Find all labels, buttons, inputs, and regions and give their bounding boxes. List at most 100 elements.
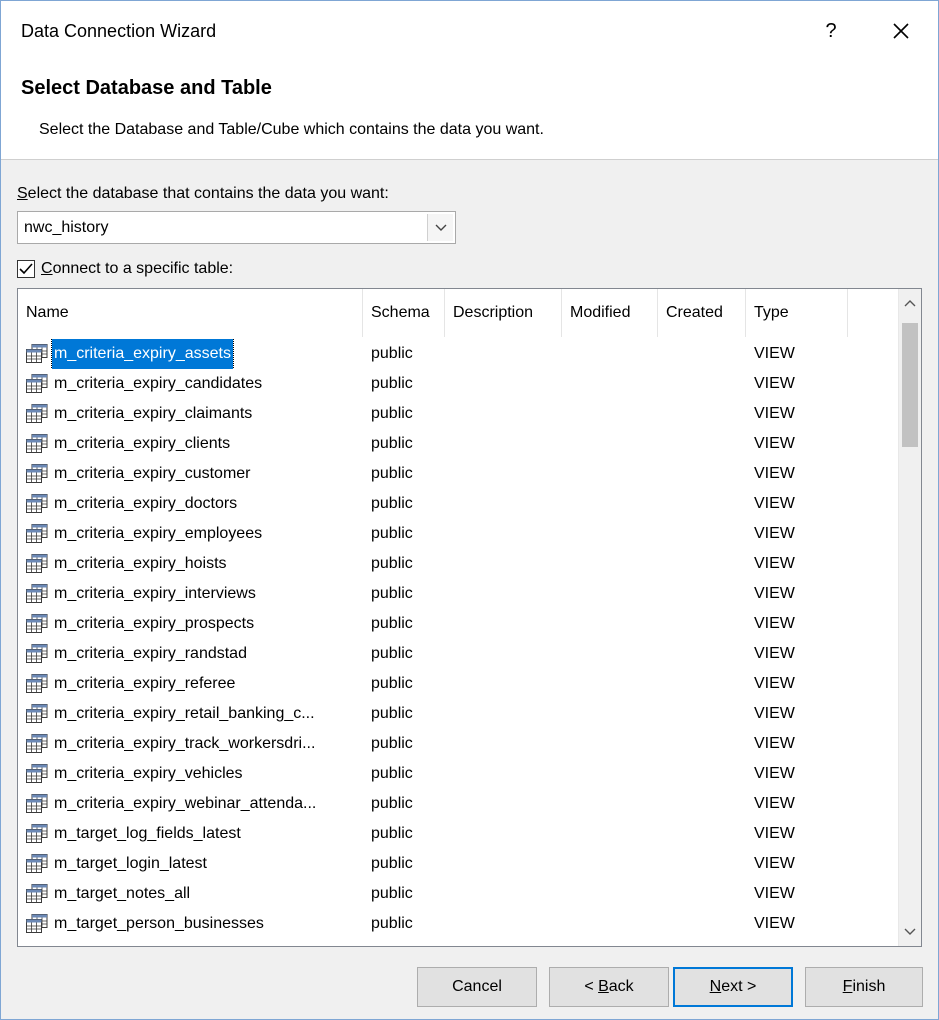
table-row[interactable]: m_criteria_expiry_claimants public VIEW: [18, 399, 898, 429]
table-row[interactable]: m_target_login_latest public VIEW: [18, 849, 898, 879]
table-row-type: VIEW: [754, 885, 795, 902]
scrollbar-thumb[interactable]: [902, 323, 918, 447]
chevron-down-icon: [435, 224, 446, 231]
table-row[interactable]: m_criteria_expiry_customer public VIEW: [18, 459, 898, 489]
table-row-name-cell: m_target_notes_all: [26, 879, 368, 909]
next-button[interactable]: Next >: [673, 967, 793, 1007]
table-row-schema: public: [371, 885, 413, 902]
table-list[interactable]: Name Schema Description Modified Created…: [17, 288, 922, 947]
table-row-type: VIEW: [754, 855, 795, 872]
window-title: Data Connection Wizard: [21, 21, 217, 41]
column-header-created[interactable]: Created: [658, 289, 746, 337]
table-view-icon: [26, 884, 48, 903]
column-header-schema[interactable]: Schema: [363, 289, 445, 337]
table-row-name-cell: m_criteria_expiry_candidates: [26, 369, 368, 399]
table-row-name-cell: m_criteria_expiry_randstad: [26, 639, 368, 669]
table-row-type: VIEW: [754, 495, 795, 512]
table-row-name: m_criteria_expiry_claimants: [54, 405, 253, 422]
table-row-schema: public: [371, 915, 413, 932]
table-row[interactable]: m_criteria_expiry_clients public VIEW: [18, 429, 898, 459]
table-row[interactable]: m_criteria_expiry_track_workersdri... pub…: [18, 729, 898, 759]
table-view-icon: [26, 554, 48, 573]
table-row[interactable]: m_target_log_fields_latest public VIEW: [18, 819, 898, 849]
table-row-name-cell: m_criteria_expiry_prospects: [26, 609, 368, 639]
table-row-type: VIEW: [754, 585, 795, 602]
column-header-modified[interactable]: Modified: [562, 289, 658, 337]
table-row-schema: public: [371, 495, 413, 512]
cancel-button[interactable]: Cancel: [417, 967, 537, 1007]
scroll-down-button[interactable]: [899, 918, 921, 946]
table-row-name: m_criteria_expiry_doctors: [54, 495, 238, 512]
table-row-name-cell: m_criteria_expiry_interviews: [26, 579, 368, 609]
table-row-name-cell: m_criteria_expiry_vehicles: [26, 759, 368, 789]
page-subtitle: Select the Database and Table/Cube which…: [39, 121, 544, 138]
table-row-type: VIEW: [754, 525, 795, 542]
table-row-schema: public: [371, 435, 413, 452]
back-button-text: ack: [608, 978, 634, 995]
table-row-name: m_target_person_businesses: [54, 915, 264, 932]
table-row-name-cell: m_criteria_expiry_customer: [26, 459, 368, 489]
table-row[interactable]: m_criteria_expiry_interviews public VIEW: [18, 579, 898, 609]
back-button-accesskey: B: [598, 978, 609, 995]
table-row-name-cell: m_criteria_expiry_retail_banking_c...: [26, 699, 368, 729]
table-row-name: m_target_log_fields_latest: [54, 825, 241, 842]
table-row-type: VIEW: [754, 405, 795, 422]
finish-button[interactable]: Finish: [805, 967, 923, 1007]
table-row-name-cell: m_target_login_latest: [26, 849, 368, 879]
table-row[interactable]: m_criteria_expiry_hoists public VIEW: [18, 549, 898, 579]
table-row-name: m_criteria_expiry_referee: [54, 675, 236, 692]
table-row[interactable]: m_criteria_expiry_assets public VIEW: [18, 339, 898, 369]
table-row[interactable]: m_criteria_expiry_doctors public VIEW: [18, 489, 898, 519]
table-view-icon: [26, 464, 48, 483]
database-select[interactable]: nwc_history: [17, 211, 456, 244]
table-row-name-cell: m_criteria_expiry_hoists: [26, 549, 368, 579]
table-row[interactable]: m_criteria_expiry_vehicles public VIEW: [18, 759, 898, 789]
table-view-icon: [26, 734, 48, 753]
table-row-name: m_target_notes_all: [54, 885, 191, 902]
table-row-name: m_criteria_expiry_assets: [51, 339, 234, 369]
table-row-schema: public: [371, 855, 413, 872]
table-row[interactable]: m_criteria_expiry_prospects public VIEW: [18, 609, 898, 639]
column-header-name[interactable]: Name: [18, 289, 363, 337]
table-row-name: m_criteria_expiry_hoists: [54, 555, 227, 572]
table-row-type: VIEW: [754, 465, 795, 482]
title-bar: Data Connection Wizard ?: [1, 1, 938, 63]
column-header-description[interactable]: Description: [445, 289, 562, 337]
table-row-name: m_criteria_expiry_candidates: [54, 375, 263, 392]
help-button[interactable]: ?: [816, 15, 846, 47]
connect-specific-table-checkbox[interactable]: [17, 260, 35, 278]
table-row-schema: public: [371, 555, 413, 572]
page-title: Select Database and Table: [21, 77, 272, 99]
table-row-name-cell: m_target_log_fields_latest: [26, 819, 368, 849]
vertical-scrollbar[interactable]: [898, 289, 921, 946]
table-view-icon: [26, 854, 48, 873]
next-button-accesskey: N: [709, 978, 722, 995]
table-view-icon: [26, 914, 48, 933]
table-row-name-cell: m_target_person_businesses: [26, 909, 368, 939]
table-row[interactable]: m_criteria_expiry_employees public VIEW: [18, 519, 898, 549]
database-dropdown-button[interactable]: [427, 214, 453, 241]
table-row-type: VIEW: [754, 555, 795, 572]
back-button-prefix: <: [584, 978, 599, 995]
table-row[interactable]: m_criteria_expiry_referee public VIEW: [18, 669, 898, 699]
table-row[interactable]: m_criteria_expiry_webinar_attenda... publ…: [18, 789, 898, 819]
table-row[interactable]: m_criteria_expiry_retail_banking_c... pub…: [18, 699, 898, 729]
table-row-type: VIEW: [754, 795, 795, 812]
table-row[interactable]: m_criteria_expiry_candidates public VIEW: [18, 369, 898, 399]
scroll-up-button[interactable]: [899, 289, 921, 317]
table-row-schema: public: [371, 765, 413, 782]
close-button[interactable]: [883, 15, 919, 47]
table-row-type: VIEW: [754, 375, 795, 392]
table-row[interactable]: m_target_person_businesses public VIEW: [18, 909, 898, 939]
table-row[interactable]: m_criteria_expiry_randstad public VIEW: [18, 639, 898, 669]
connect-specific-table-row[interactable]: Connect to a specific table:: [17, 257, 233, 281]
connect-label-text: onnect to a specific table:: [52, 260, 234, 277]
table-row-type: VIEW: [754, 645, 795, 662]
table-row-type: VIEW: [754, 675, 795, 692]
table-row-schema: public: [371, 345, 413, 362]
table-row[interactable]: m_target_notes_all public VIEW: [18, 879, 898, 909]
column-header-type[interactable]: Type: [746, 289, 848, 337]
chevron-down-icon: [904, 928, 916, 935]
back-button[interactable]: < Back: [549, 967, 669, 1007]
table-row-name-cell: m_criteria_expiry_webinar_attenda...: [26, 789, 368, 819]
